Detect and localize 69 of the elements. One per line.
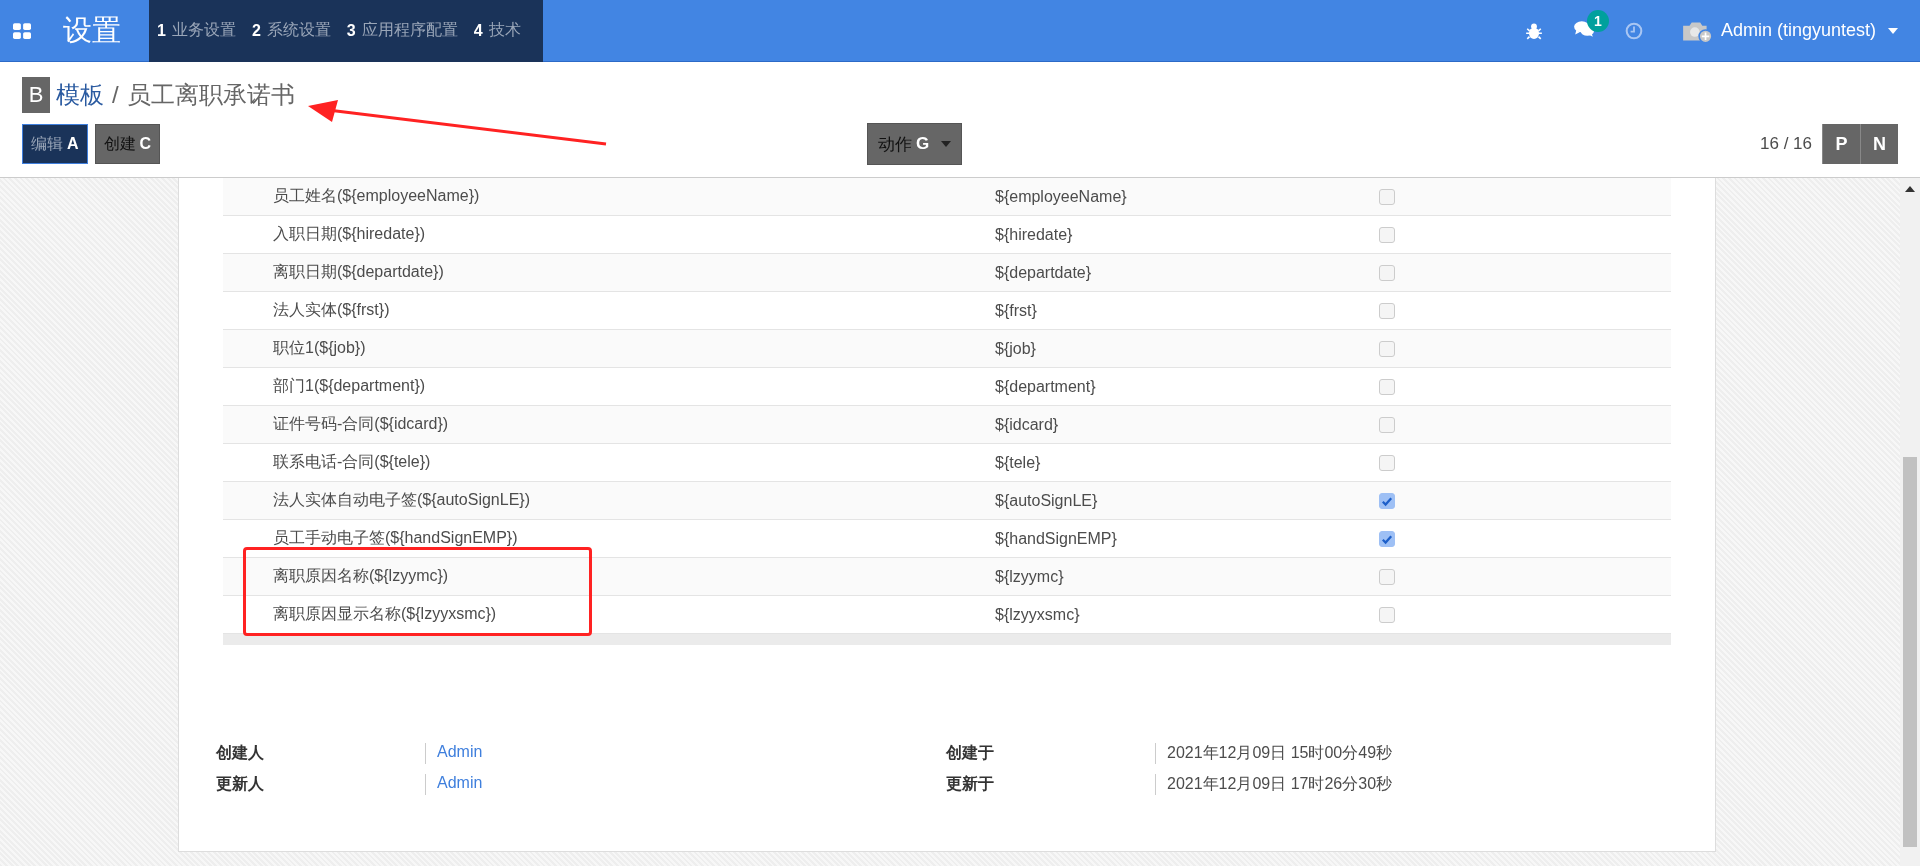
table-cell-text: 证件号码-合同(${idcard}) bbox=[272, 414, 450, 434]
table-cell-text: ${hiredate} bbox=[995, 225, 1074, 244]
shortcut-hint: B bbox=[22, 77, 50, 113]
edit-button[interactable]: 编辑 A bbox=[22, 124, 88, 164]
menu-item[interactable]: 3 应用程序配置 bbox=[338, 20, 466, 41]
caret-icon bbox=[1888, 27, 1898, 34]
create-button[interactable]: 创建 C bbox=[94, 124, 161, 164]
table-cell-text: 员工手动电子签(${handSignEMP}) bbox=[272, 528, 519, 548]
field-label: 更新人 bbox=[216, 774, 426, 795]
table-cell-text: 部门1(${department}) bbox=[272, 376, 427, 396]
field-value: 2021年12月09日 17时26分30秒 bbox=[1166, 774, 1394, 794]
checkbox[interactable] bbox=[1379, 188, 1395, 205]
breadcrumb-current: 员工离职承诺书 bbox=[126, 80, 295, 110]
table-cell-text: ${job} bbox=[995, 339, 1037, 358]
menu-item[interactable]: 4 技术 bbox=[465, 20, 529, 41]
checkbox[interactable] bbox=[1379, 340, 1395, 357]
checkbox[interactable] bbox=[1379, 302, 1395, 319]
user-link[interactable]: Admin bbox=[426, 743, 946, 764]
table-cell-text: ${handSignEMP} bbox=[995, 529, 1118, 548]
bug-icon[interactable] bbox=[1524, 21, 1543, 40]
checkbox[interactable] bbox=[1379, 530, 1395, 547]
menu-item[interactable]: 1 业务设置 bbox=[149, 20, 244, 41]
clock-icon[interactable] bbox=[1624, 21, 1643, 40]
apps-menu-icon[interactable] bbox=[13, 22, 31, 39]
message-count-badge: 1 bbox=[1586, 9, 1609, 32]
menu-item[interactable]: 2 系统设置 bbox=[243, 20, 339, 41]
table-cell-text: ${tele} bbox=[995, 453, 1042, 472]
breadcrumb-link[interactable]: 模板 bbox=[56, 79, 104, 111]
table-cell-text: ${lzyymc} bbox=[995, 567, 1065, 586]
user-link[interactable]: Admin bbox=[426, 774, 946, 795]
table-cell-text: 员工姓名(${employeeName}) bbox=[272, 186, 481, 206]
field-label: 创建于 bbox=[946, 743, 1156, 764]
table-cell-text: 离职原因显示名称(${lzyyxsmc}) bbox=[272, 604, 498, 624]
field-label: 创建人 bbox=[216, 743, 426, 764]
table-cell-text: 法人实体(${frst}) bbox=[272, 300, 391, 320]
table-cell-text: ${department} bbox=[995, 377, 1097, 396]
scroll-thumb[interactable] bbox=[1903, 457, 1917, 847]
table-cell-text: 离职原因名称(${lzyymc}) bbox=[272, 566, 450, 586]
checkbox[interactable] bbox=[1379, 606, 1395, 623]
checkbox[interactable] bbox=[1379, 378, 1395, 395]
field-value: 2021年12月09日 15时00分49秒 bbox=[1166, 743, 1394, 763]
table-cell-text: ${employeeName} bbox=[995, 187, 1128, 206]
app-title: 设置 bbox=[63, 12, 121, 48]
user-menu[interactable]: Admin (tingyuntest) bbox=[1680, 17, 1898, 44]
table-cell-text: ${departdate} bbox=[995, 263, 1093, 282]
table-cell-text: 联系电话-合同(${tele}) bbox=[272, 452, 432, 472]
breadcrumb-separator: / bbox=[112, 81, 119, 109]
checkbox[interactable] bbox=[1379, 226, 1395, 243]
checkbox[interactable] bbox=[1379, 416, 1395, 433]
caret-icon bbox=[941, 141, 952, 147]
table-cell-text: 入职日期(${hiredate}) bbox=[272, 224, 427, 244]
scrollbar[interactable] bbox=[1900, 178, 1920, 866]
table-cell-text: ${idcard} bbox=[995, 415, 1060, 434]
table-cell-text: ${autoSignLE} bbox=[995, 491, 1099, 510]
table-cell-text: ${lzyyxsmc} bbox=[995, 605, 1081, 624]
pager-value: 16 / 16 bbox=[1760, 134, 1812, 154]
checkbox[interactable] bbox=[1379, 264, 1395, 281]
field-label: 更新于 bbox=[946, 774, 1156, 795]
scroll-up-icon[interactable] bbox=[1905, 186, 1915, 192]
table-cell-text: ${frst} bbox=[995, 301, 1038, 320]
checkbox[interactable] bbox=[1379, 454, 1395, 471]
table-cell-text: 法人实体自动电子签(${autoSignLE}) bbox=[272, 490, 531, 510]
checkbox[interactable] bbox=[1379, 492, 1395, 509]
action-dropdown[interactable]: 动作 G bbox=[867, 123, 963, 165]
table-cell-text: 离职日期(${departdate}) bbox=[272, 262, 445, 282]
previous-button[interactable]: P bbox=[1822, 124, 1860, 164]
checkbox[interactable] bbox=[1379, 568, 1395, 585]
next-button[interactable]: N bbox=[1860, 124, 1898, 164]
table-cell-text: 职位1(${job}) bbox=[272, 338, 367, 358]
